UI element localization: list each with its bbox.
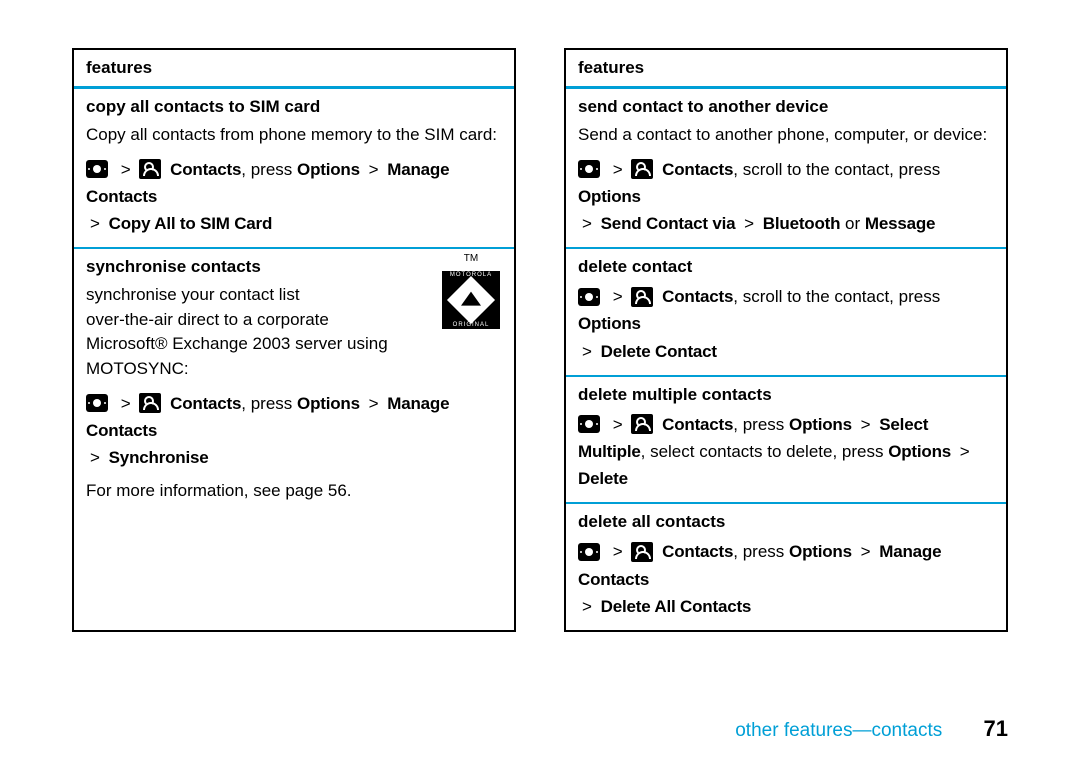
left-column: features copy all contacts to SIM card C… [72, 48, 516, 632]
footer-section-title: other features—contacts [735, 720, 942, 741]
nav-key-icon [578, 160, 600, 178]
path-delete-all: > Contacts, press Options > Manage Conta… [578, 538, 994, 620]
right-column: features send contact to another device … [564, 48, 1008, 632]
nav-key-icon [86, 160, 108, 178]
nav-key-icon [86, 394, 108, 412]
path-sync: > Contacts, press Options > Manage Conta… [86, 390, 502, 472]
section-send-contact: send contact to another device Send a co… [566, 89, 1006, 249]
title-send: send contact to another device [578, 97, 994, 117]
title-delete-mult: delete multiple contacts [578, 385, 994, 405]
path-delete-mult: > Contacts, press Options > Select Multi… [578, 411, 994, 493]
contacts-icon [139, 393, 161, 413]
section-delete-multiple: delete multiple contacts > Contacts, pre… [566, 377, 1006, 505]
title-delete: delete contact [578, 257, 994, 277]
contacts-icon [631, 287, 653, 307]
nav-key-icon [578, 543, 600, 561]
motorola-logo-icon: MOTOROLA ORIGINAL [442, 271, 500, 329]
desc-send: Send a contact to another phone, compute… [578, 123, 994, 148]
left-header: features [74, 50, 514, 89]
contacts-icon [631, 414, 653, 434]
contacts-icon [631, 542, 653, 562]
section-delete-all: delete all contacts > Contacts, press Op… [566, 504, 1006, 630]
title-delete-all: delete all contacts [578, 512, 994, 532]
nav-key-icon [578, 415, 600, 433]
title-copy-sim: copy all contacts to SIM card [86, 97, 502, 117]
section-delete-contact: delete contact > Contacts, scroll to the… [566, 249, 1006, 377]
section-sync: TM MOTOROLA ORIGINAL synchronise contact… [74, 249, 514, 511]
path-delete: > Contacts, scroll to the contact, press… [578, 283, 994, 365]
section-copy-sim: copy all contacts to SIM card Copy all c… [74, 89, 514, 249]
desc-copy-sim: Copy all contacts from phone memory to t… [86, 123, 502, 148]
page-footer: other features—contacts 71 [735, 716, 1008, 742]
contacts-icon [139, 159, 161, 179]
contacts-icon [631, 159, 653, 179]
path-copy-sim: > Contacts, press Options > Manage Conta… [86, 156, 502, 238]
manual-page: features copy all contacts to SIM card C… [0, 0, 1080, 632]
page-number: 71 [984, 716, 1008, 741]
sync-footnote: For more information, see page 56. [86, 481, 502, 501]
path-send: > Contacts, scroll to the contact, press… [578, 156, 994, 238]
nav-key-icon [578, 288, 600, 306]
right-header: features [566, 50, 1006, 89]
motorola-original-badge: TM MOTOROLA ORIGINAL [440, 253, 502, 329]
